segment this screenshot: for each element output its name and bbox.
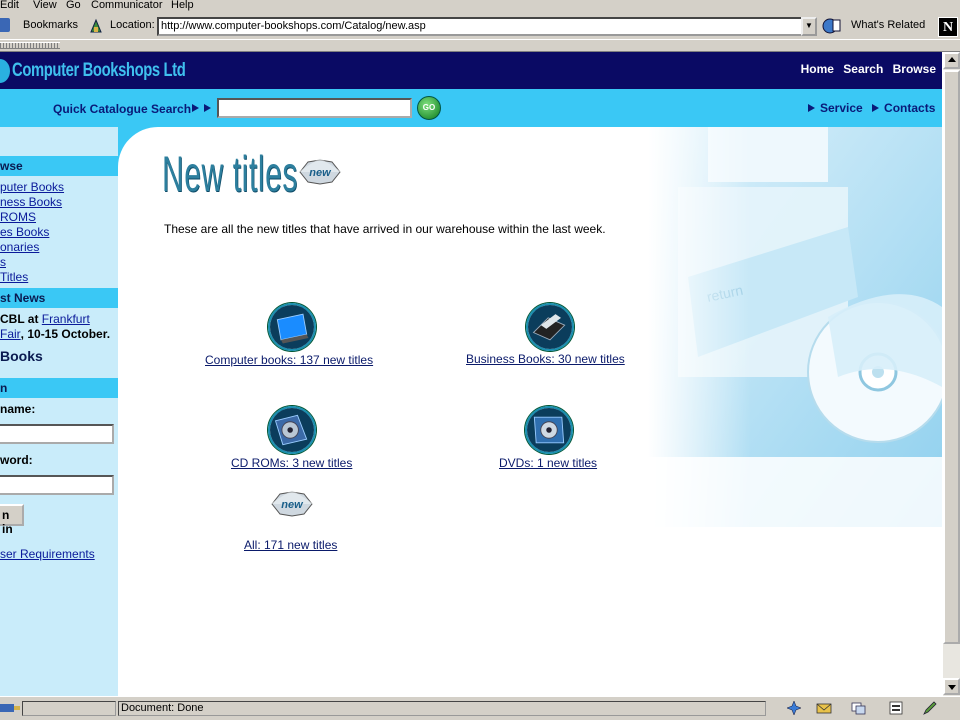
url-field[interactable]: http://www.computer-bookshops.com/Catalo… bbox=[157, 17, 803, 36]
login-heading: n bbox=[0, 378, 118, 398]
scroll-down-button[interactable] bbox=[943, 678, 960, 695]
sidebar-link-business-books[interactable]: ness Books bbox=[0, 195, 62, 209]
category-link-dvds[interactable]: DVDs: 1 new titles bbox=[499, 456, 597, 470]
menu-view[interactable]: View bbox=[33, 0, 57, 11]
toolbar-grip-strip bbox=[0, 40, 960, 52]
arrow-icon bbox=[204, 104, 211, 112]
arrow-icon bbox=[872, 104, 880, 112]
nav-browse[interactable]: Browse bbox=[893, 62, 936, 76]
progress-bar bbox=[22, 701, 116, 716]
sidebar-link-new-titles[interactable]: Titles bbox=[0, 270, 28, 284]
username-input[interactable] bbox=[0, 424, 114, 444]
mail-icon[interactable] bbox=[816, 700, 832, 716]
top-nav: Home Search Browse bbox=[795, 62, 936, 76]
browse-heading: wse bbox=[0, 156, 118, 176]
whats-related-button[interactable]: What's Related bbox=[851, 19, 925, 31]
whats-related-icon[interactable] bbox=[822, 17, 842, 35]
site-header: Computer Bookshops Ltd Home Search Brows… bbox=[0, 52, 942, 89]
books-heading: Books bbox=[0, 348, 43, 364]
left-sidebar: wse puter Books ness Books ROMS es Books… bbox=[0, 127, 118, 696]
netscape-logo: N bbox=[938, 17, 958, 37]
cd-rom-icon[interactable] bbox=[268, 406, 316, 454]
category-link-computer-books[interactable]: Computer books: 137 new titles bbox=[205, 353, 373, 367]
new-badge-icon: new bbox=[298, 158, 342, 185]
bookmarks-button[interactable]: Bookmarks bbox=[23, 19, 78, 31]
menu-edit[interactable]: Edit bbox=[0, 0, 19, 11]
menu-help[interactable]: Help bbox=[171, 0, 194, 11]
search-go-button[interactable]: GO bbox=[417, 96, 441, 120]
password-input[interactable] bbox=[0, 475, 114, 495]
quick-search-input[interactable] bbox=[217, 98, 412, 118]
svg-text:new: new bbox=[309, 167, 332, 179]
sidebar-link-dvd-books[interactable]: es Books bbox=[0, 225, 49, 239]
category-link-cd-roms[interactable]: CD ROMs: 3 new titles bbox=[231, 456, 352, 470]
logo-globe-icon bbox=[0, 59, 10, 83]
navigator-icon[interactable] bbox=[786, 700, 802, 716]
newsgroups-icon[interactable] bbox=[850, 700, 866, 716]
news-item-line2: Fair, 10-15 October. bbox=[0, 327, 110, 341]
sub-nav: Service Contacts bbox=[808, 101, 935, 115]
location-icon bbox=[90, 18, 102, 33]
nav-contacts[interactable]: Contacts bbox=[884, 101, 935, 115]
dvd-icon[interactable] bbox=[525, 406, 573, 454]
news-link-fair[interactable]: Fair bbox=[0, 327, 21, 341]
arrow-icon bbox=[808, 104, 815, 112]
login-button[interactable]: n in bbox=[0, 504, 24, 536]
news-prefix: CBL at bbox=[0, 312, 39, 326]
news-suffix: , 10-15 October. bbox=[20, 327, 111, 341]
svg-text:new: new bbox=[281, 499, 304, 511]
scroll-thumb[interactable] bbox=[943, 70, 960, 644]
news-heading: st News bbox=[0, 288, 118, 308]
page-title-wrap: New titles bbox=[162, 145, 389, 203]
nav-service[interactable]: Service bbox=[820, 101, 863, 115]
composer-icon[interactable] bbox=[922, 700, 938, 716]
decorative-cd-image: return bbox=[648, 127, 942, 527]
business-icon[interactable] bbox=[526, 303, 574, 351]
sidebar-link-dictionaries[interactable]: onaries bbox=[0, 240, 39, 254]
security-key-icon[interactable] bbox=[0, 700, 20, 716]
sidebar-link-dvds[interactable]: s bbox=[0, 255, 6, 269]
menu-communicator[interactable]: Communicator bbox=[91, 0, 163, 11]
site-logo[interactable]: Computer Bookshops Ltd bbox=[12, 60, 186, 82]
status-text: Document: Done bbox=[118, 701, 766, 716]
search-bar: Quick Catalogue Search GO Service Contac… bbox=[0, 89, 942, 127]
location-label: Location: bbox=[110, 19, 155, 31]
main-content: return New titles new These are all the … bbox=[118, 127, 942, 696]
vertical-scrollbar[interactable] bbox=[942, 52, 960, 696]
sidebar-link-computer-books[interactable]: puter Books bbox=[0, 180, 64, 194]
toolbar-grip[interactable] bbox=[0, 42, 60, 49]
password-label: word: bbox=[0, 453, 33, 467]
nav-search[interactable]: Search bbox=[843, 62, 883, 76]
sidebar-link-cd-roms[interactable]: ROMS bbox=[0, 210, 36, 224]
news-item: CBL at Frankfurt bbox=[0, 312, 90, 326]
category-link-all[interactable]: All: 171 new titles bbox=[244, 538, 337, 552]
status-bar: Document: Done bbox=[0, 696, 960, 720]
menu-go[interactable]: Go bbox=[66, 0, 81, 11]
arrow-icon bbox=[192, 104, 199, 112]
header-curve bbox=[118, 127, 158, 167]
page-title: New titles bbox=[162, 146, 299, 202]
browser-menubar: Edit View Go Communicator Help bbox=[0, 0, 960, 13]
nav-home[interactable]: Home bbox=[801, 62, 834, 76]
address-book-icon[interactable] bbox=[888, 700, 904, 716]
quick-search-label: Quick Catalogue Search bbox=[53, 102, 192, 116]
news-link-frankfurt[interactable]: Frankfurt bbox=[42, 312, 90, 326]
username-label: name: bbox=[0, 402, 36, 416]
new-badge-icon[interactable]: new bbox=[270, 490, 314, 518]
category-link-business-books[interactable]: Business Books: 30 new titles bbox=[466, 352, 625, 366]
url-dropdown-button[interactable]: ▼ bbox=[801, 17, 817, 36]
monitor-icon[interactable] bbox=[268, 303, 316, 351]
location-toolbar: Bookmarks Location: http://www.computer-… bbox=[0, 13, 960, 40]
bookmarks-icon[interactable] bbox=[0, 18, 10, 32]
browser-requirements-link[interactable]: ser Requirements bbox=[0, 547, 95, 561]
scroll-up-button[interactable] bbox=[943, 52, 960, 69]
intro-text: These are all the new titles that have a… bbox=[164, 222, 606, 236]
page-viewport: Computer Bookshops Ltd Home Search Brows… bbox=[0, 52, 942, 696]
